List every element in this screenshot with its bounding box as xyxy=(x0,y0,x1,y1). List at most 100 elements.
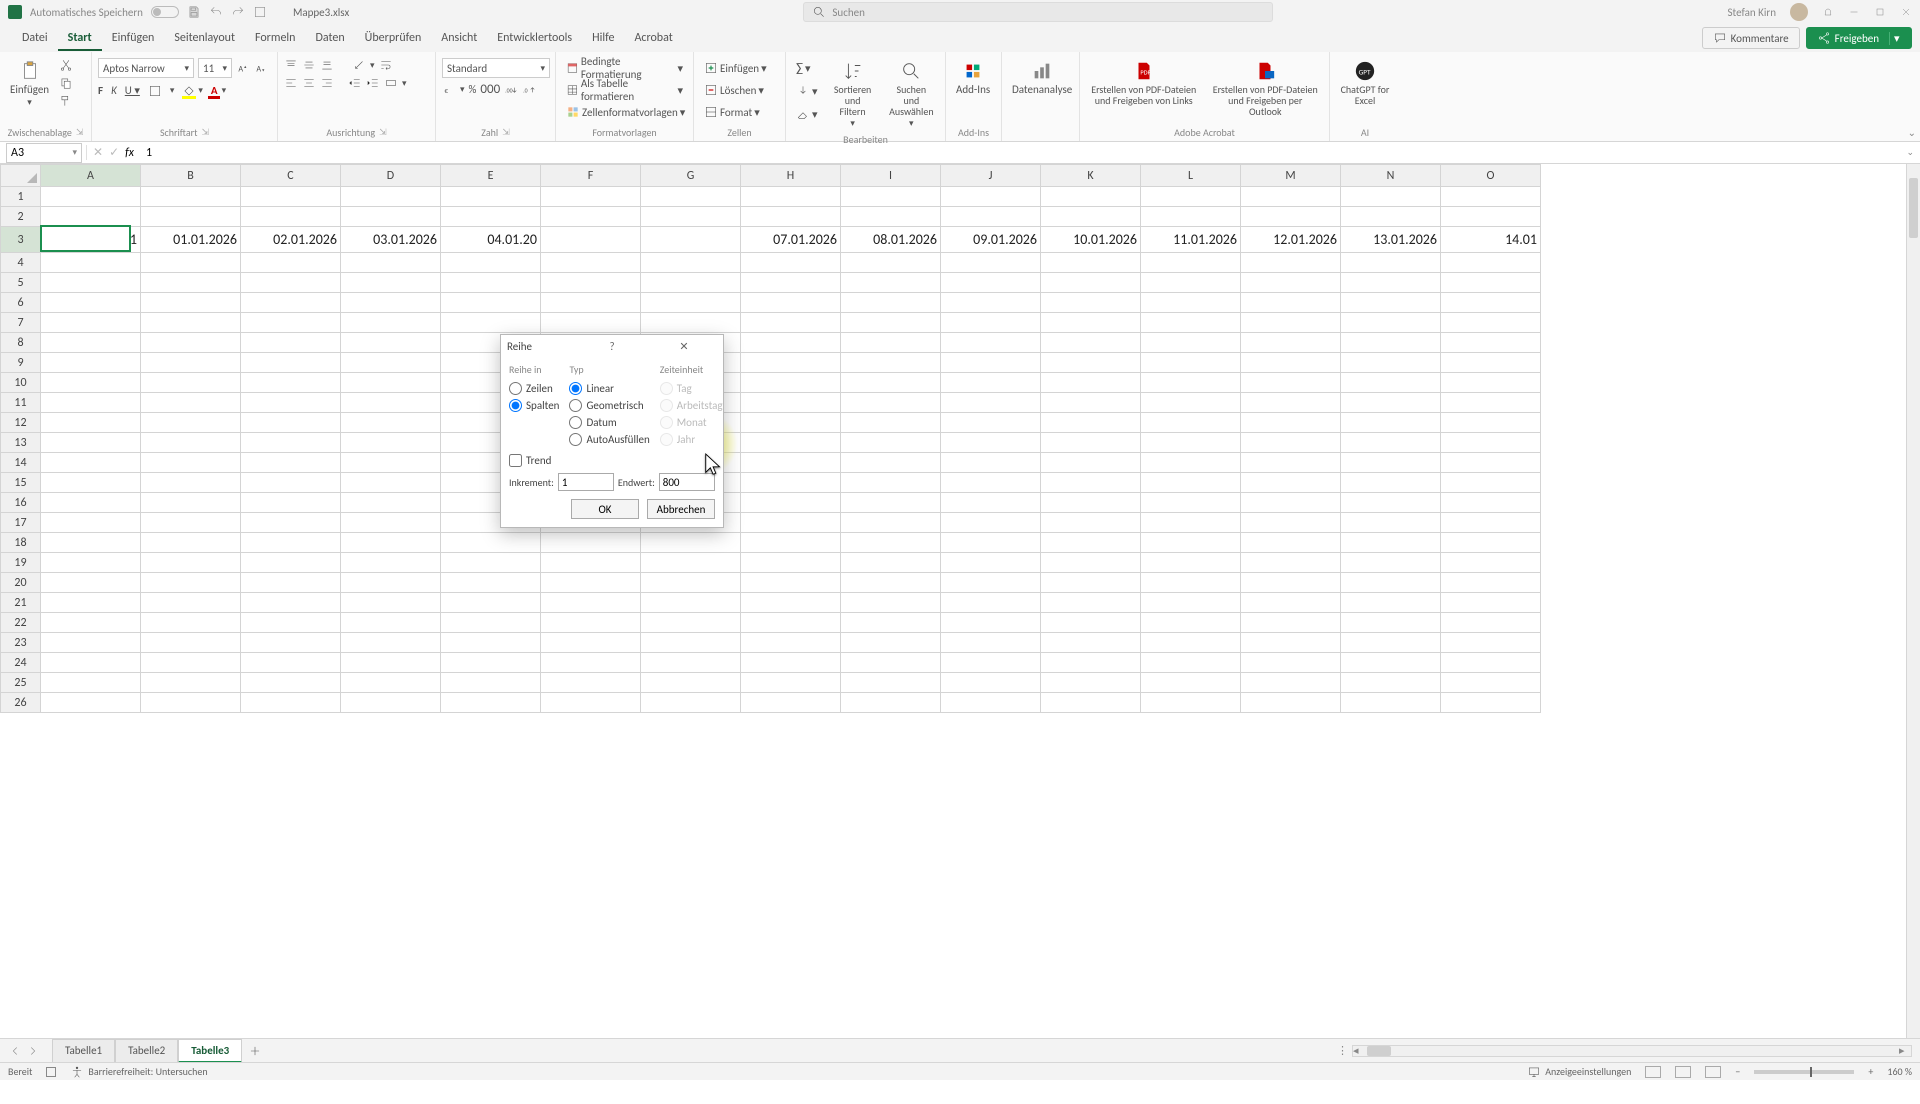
cell-J16[interactable] xyxy=(941,493,1041,513)
cell-K3[interactable]: 10.01.2026 xyxy=(1041,227,1141,253)
row-header-26[interactable]: 26 xyxy=(1,693,41,713)
cell-B1[interactable] xyxy=(141,187,241,207)
cell-I18[interactable] xyxy=(841,533,941,553)
cell-H17[interactable] xyxy=(741,513,841,533)
cell-B5[interactable] xyxy=(141,273,241,293)
cell-J13[interactable] xyxy=(941,433,1041,453)
dialog-help-button[interactable]: ? xyxy=(579,339,645,353)
cell-A25[interactable] xyxy=(41,673,141,693)
cell-O1[interactable] xyxy=(1441,187,1541,207)
cancel-formula-icon[interactable]: ✕ xyxy=(93,145,103,160)
row-header-6[interactable]: 6 xyxy=(1,293,41,313)
row-header-21[interactable]: 21 xyxy=(1,593,41,613)
collapse-ribbon-icon[interactable]: ⌄ xyxy=(1908,126,1916,139)
cell-M4[interactable] xyxy=(1241,253,1341,273)
cell-G26[interactable] xyxy=(641,693,741,713)
accounting-icon[interactable]: € xyxy=(442,83,456,97)
cell-F2[interactable] xyxy=(541,207,641,227)
cell-I20[interactable] xyxy=(841,573,941,593)
cell-H26[interactable] xyxy=(741,693,841,713)
cell-M24[interactable] xyxy=(1241,653,1341,673)
cell-B4[interactable] xyxy=(141,253,241,273)
cell-H13[interactable] xyxy=(741,433,841,453)
cell-H12[interactable] xyxy=(741,413,841,433)
cell-C22[interactable] xyxy=(241,613,341,633)
cell-D13[interactable] xyxy=(341,433,441,453)
cell-K1[interactable] xyxy=(1041,187,1141,207)
orientation-icon[interactable] xyxy=(352,58,366,72)
cell-G25[interactable] xyxy=(641,673,741,693)
clear-button[interactable]: ▾ xyxy=(792,104,822,124)
cell-A21[interactable] xyxy=(41,593,141,613)
cell-D18[interactable] xyxy=(341,533,441,553)
cell-K11[interactable] xyxy=(1041,393,1141,413)
cell-O2[interactable] xyxy=(1441,207,1541,227)
cell-M2[interactable] xyxy=(1241,207,1341,227)
cell-F20[interactable] xyxy=(541,573,641,593)
chatgpt-button[interactable]: GPT ChatGPT for Excel xyxy=(1336,58,1394,108)
cell-H10[interactable] xyxy=(741,373,841,393)
cell-N2[interactable] xyxy=(1341,207,1441,227)
cell-L22[interactable] xyxy=(1141,613,1241,633)
cell-H1[interactable] xyxy=(741,187,841,207)
cell-L7[interactable] xyxy=(1141,313,1241,333)
cell-L11[interactable] xyxy=(1141,393,1241,413)
cell-A9[interactable] xyxy=(41,353,141,373)
cell-I5[interactable] xyxy=(841,273,941,293)
cell-A26[interactable] xyxy=(41,693,141,713)
cell-I2[interactable] xyxy=(841,207,941,227)
cell-D20[interactable] xyxy=(341,573,441,593)
cell-I9[interactable] xyxy=(841,353,941,373)
cell-C15[interactable] xyxy=(241,473,341,493)
cell-O8[interactable] xyxy=(1441,333,1541,353)
cell-B18[interactable] xyxy=(141,533,241,553)
cell-J24[interactable] xyxy=(941,653,1041,673)
cell-A22[interactable] xyxy=(41,613,141,633)
increment-input[interactable] xyxy=(558,473,614,491)
cell-C23[interactable] xyxy=(241,633,341,653)
cell-B19[interactable] xyxy=(141,553,241,573)
cell-H5[interactable] xyxy=(741,273,841,293)
comments-button[interactable]: Kommentare xyxy=(1702,27,1800,49)
cell-H18[interactable] xyxy=(741,533,841,553)
display-settings-button[interactable]: Anzeigeeinstellungen xyxy=(1527,1065,1631,1079)
row-header-15[interactable]: 15 xyxy=(1,473,41,493)
cell-I25[interactable] xyxy=(841,673,941,693)
cell-N11[interactable] xyxy=(1341,393,1441,413)
row-header-22[interactable]: 22 xyxy=(1,613,41,633)
cell-O7[interactable] xyxy=(1441,313,1541,333)
cell-A24[interactable] xyxy=(41,653,141,673)
cell-D16[interactable] xyxy=(341,493,441,513)
row-header-19[interactable]: 19 xyxy=(1,553,41,573)
cell-N5[interactable] xyxy=(1341,273,1441,293)
cell-C8[interactable] xyxy=(241,333,341,353)
col-header-N[interactable]: N xyxy=(1341,165,1441,187)
cell-C7[interactable] xyxy=(241,313,341,333)
col-header-C[interactable]: C xyxy=(241,165,341,187)
cell-I15[interactable] xyxy=(841,473,941,493)
cell-I6[interactable] xyxy=(841,293,941,313)
cell-F24[interactable] xyxy=(541,653,641,673)
col-header-G[interactable]: G xyxy=(641,165,741,187)
cell-L18[interactable] xyxy=(1141,533,1241,553)
cell-B20[interactable] xyxy=(141,573,241,593)
align-center-icon[interactable] xyxy=(302,76,316,90)
cell-M13[interactable] xyxy=(1241,433,1341,453)
cell-H14[interactable] xyxy=(741,453,841,473)
cell-H7[interactable] xyxy=(741,313,841,333)
date-radio[interactable]: Datum xyxy=(569,416,649,429)
cell-N24[interactable] xyxy=(1341,653,1441,673)
find-select-button[interactable]: Suchen und Auswählen▾ xyxy=(884,58,939,131)
scroll-right-icon[interactable]: ▸ xyxy=(1899,1044,1911,1057)
clipboard-launcher-icon[interactable]: ⇲ xyxy=(76,127,84,138)
cell-C24[interactable] xyxy=(241,653,341,673)
save-icon[interactable] xyxy=(187,5,201,19)
row-header-13[interactable]: 13 xyxy=(1,433,41,453)
cell-O19[interactable] xyxy=(1441,553,1541,573)
cell-B16[interactable] xyxy=(141,493,241,513)
cell-styles-button[interactable]: Zellenformatvorlagen ▾ xyxy=(562,102,689,122)
dialog-close-button[interactable]: ✕ xyxy=(651,339,717,353)
row-header-25[interactable]: 25 xyxy=(1,673,41,693)
format-cells-button[interactable]: Format ▾ xyxy=(700,102,764,122)
cell-M25[interactable] xyxy=(1241,673,1341,693)
